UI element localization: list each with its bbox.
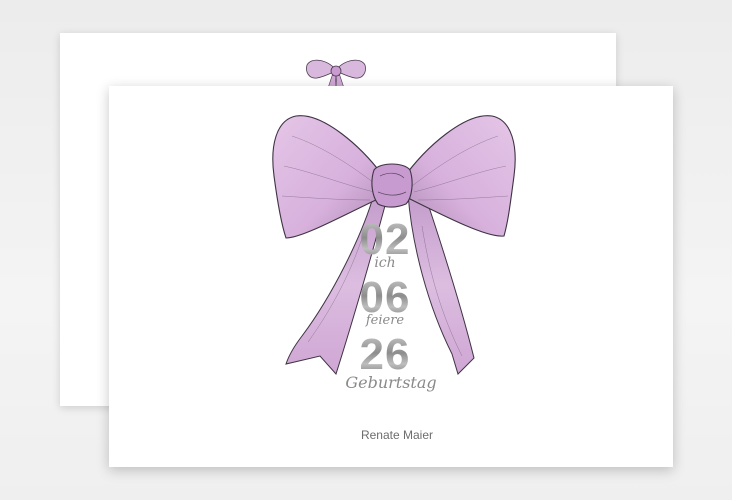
script-word-geburtstag: Geburtstag <box>345 373 437 392</box>
year-number: 26 <box>345 333 425 377</box>
invitation-scene: 02 ich 06 feiere 26 Geburtstag Renate Ma… <box>0 0 732 500</box>
script-word-feiere: feiere <box>365 313 405 328</box>
script-word-ich: ich <box>374 255 396 271</box>
invitee-name: Renate Maier <box>360 428 434 442</box>
